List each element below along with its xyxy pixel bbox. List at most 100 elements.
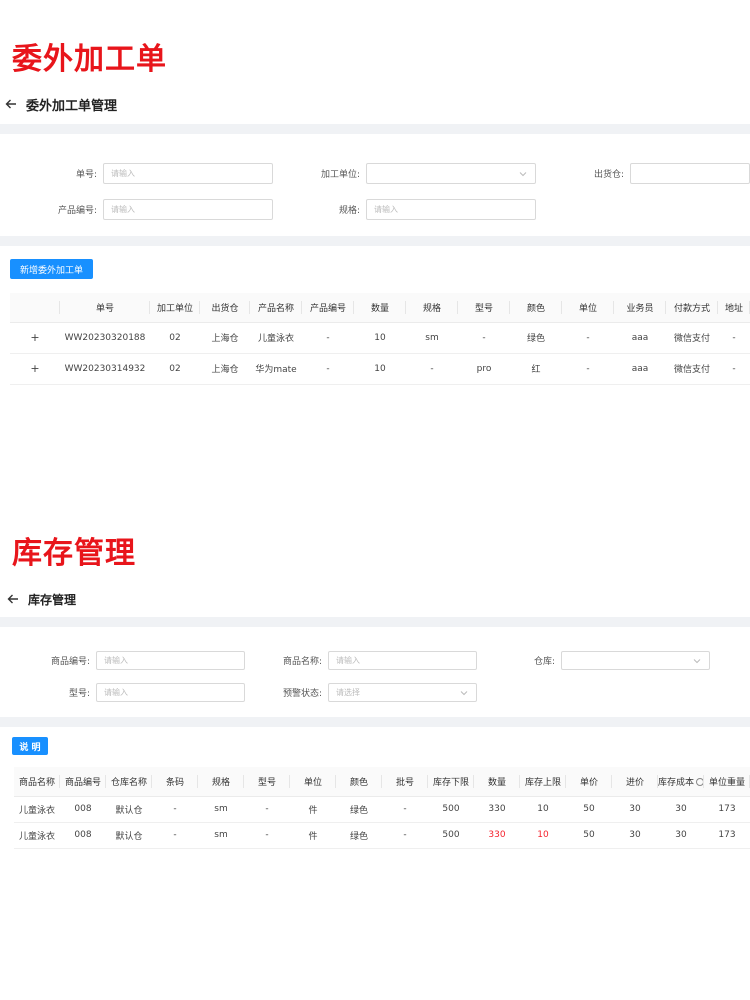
table-cell: - — [382, 822, 428, 849]
table-cell: 儿童泳衣 — [14, 822, 60, 849]
table-cell: 500 — [428, 822, 474, 849]
outsourcing-orders-table: 单号 加工单位 出货仓 产品名称 产品编号 数量 规格 型号 颜色 单位 业务员 付款方式 地址 + WW… — [10, 293, 750, 385]
table-cell: 件 — [290, 822, 336, 849]
table-cell: pro — [458, 353, 510, 385]
table-cell: 02 — [150, 353, 200, 385]
filter-goods-name: 商品名称: 请输入 — [240, 651, 477, 670]
page-header-inventory: 库存管理 — [0, 587, 750, 611]
table-cell: 微信支付 — [666, 322, 718, 354]
table-cell: 30 — [612, 822, 658, 849]
column-header: 型号 — [244, 767, 290, 797]
column-header: 单位 — [290, 767, 336, 797]
expand-row-icon[interactable]: + — [10, 322, 60, 354]
table-cell: 330 — [474, 822, 520, 849]
filter-order-no: 单号: 请输入 — [0, 163, 273, 184]
table-cell: 500 — [428, 796, 474, 823]
column-header: 单位 — [562, 293, 614, 323]
table-cell: 默认仓 — [106, 796, 152, 823]
column-header: 单位重量 — [704, 767, 750, 797]
chevron-down-icon — [519, 171, 527, 176]
table-cell: aaa — [614, 353, 666, 385]
table-cell: WW20230320188 — [60, 322, 150, 354]
column-header: 颜色 — [336, 767, 382, 797]
alert-status-select[interactable]: 请选择 — [328, 683, 477, 702]
model-input[interactable]: 请输入 — [96, 683, 245, 702]
filter-shipping-warehouse: 出货仓: — [560, 163, 750, 184]
column-header: 进价 — [612, 767, 658, 797]
spec-input[interactable]: 请输入 — [366, 199, 536, 220]
table-cell: 红 — [510, 353, 562, 385]
column-header: 颜色 — [510, 293, 562, 323]
column-header — [10, 293, 60, 323]
order-no-input[interactable]: 请输入 — [103, 163, 273, 184]
column-header: 加工单位 — [150, 293, 200, 323]
column-header: 商品编号 — [60, 767, 106, 797]
column-header: 条码 — [152, 767, 198, 797]
table-cell: aaa — [614, 322, 666, 354]
shipping-warehouse-select[interactable] — [630, 163, 750, 184]
column-header: 规格 — [198, 767, 244, 797]
column-header: 仓库名称 — [106, 767, 152, 797]
column-header: 库存上限 — [520, 767, 566, 797]
filter-goods-no: 商品编号: 请输入 — [0, 651, 245, 670]
table-cell: - — [302, 322, 354, 354]
explain-button[interactable]: 说 明 — [12, 737, 48, 755]
filter-warehouse: 仓库: — [470, 651, 710, 670]
table-cell: - — [406, 353, 458, 385]
processing-unit-select[interactable] — [366, 163, 536, 184]
table-cell: - — [152, 796, 198, 823]
back-arrow-icon[interactable] — [2, 95, 20, 113]
table-cell: 008 — [60, 796, 106, 823]
filter-form-inventory: 商品编号: 请输入 商品名称: 请输入 仓库: 型号: 请输入 预警状态: 请选… — [0, 627, 750, 717]
table-cell: - — [718, 353, 750, 385]
add-outsourcing-order-button[interactable]: 新增委外加工单 — [10, 259, 93, 279]
product-no-input[interactable]: 请输入 — [103, 199, 273, 220]
table-cell: 10 — [354, 322, 406, 354]
table-row[interactable]: 儿童泳衣 008 默认仓 - sm - 件绿色 -500 330 10 50 30 30 173 — [14, 796, 750, 823]
table-cell: 50 — [566, 796, 612, 823]
table-cell: 件 — [290, 796, 336, 823]
table-cell: 绿色 — [336, 796, 382, 823]
back-arrow-icon[interactable] — [4, 590, 22, 608]
table-cell: 华为mate — [250, 353, 302, 385]
table-header-row: 商品名称 商品编号 仓库名称 条码 规格 型号 单位 颜色 批号 库存下限 数量 库存上限 单价 进价 库存… — [14, 767, 750, 797]
column-header: 商品名称 — [14, 767, 60, 797]
table-row[interactable]: 儿童泳衣 008 默认仓 - sm - 件绿色 -500 330 10 50 30 30 173 — [14, 822, 750, 849]
column-header: 产品编号 — [302, 293, 354, 323]
table-cell: 02 — [150, 322, 200, 354]
page-header-outsourcing: 委外加工单管理 — [0, 92, 750, 116]
table-cell: 微信支付 — [666, 353, 718, 385]
table-cell: - — [718, 322, 750, 354]
warehouse-select[interactable] — [561, 651, 710, 670]
filter-product-no: 产品编号: 请输入 — [0, 199, 273, 220]
goods-name-input[interactable]: 请输入 — [328, 651, 477, 670]
table-cell: sm — [406, 322, 458, 354]
column-header: 出货仓 — [200, 293, 250, 323]
table-row[interactable]: + WW20230314932 02 上海仓 华为mate -10- pro 红 - aaa 微信支… — [10, 353, 750, 385]
section-heading-outsourcing: 委外加工单 — [12, 42, 167, 77]
table-cell: 儿童泳衣 — [250, 322, 302, 354]
column-header: 业务员 — [614, 293, 666, 323]
table-cell: 默认仓 — [106, 822, 152, 849]
table-cell: 上海仓 — [200, 353, 250, 385]
table-cell: 30 — [612, 796, 658, 823]
gap-bar — [0, 617, 750, 627]
table-cell: 30 — [658, 822, 704, 849]
table-cell: 绿色 — [510, 322, 562, 354]
column-header: 型号 — [458, 293, 510, 323]
table-cell: 50 — [566, 822, 612, 849]
expand-row-icon[interactable]: + — [10, 353, 60, 385]
goods-no-input[interactable]: 请输入 — [96, 651, 245, 670]
column-header: 规格 — [406, 293, 458, 323]
column-header: 产品名称 — [250, 293, 302, 323]
table-cell: WW20230314932 — [60, 353, 150, 385]
table-cell: 173 — [704, 796, 750, 823]
chevron-down-icon — [693, 658, 701, 663]
filter-spec: 规格: 请输入 — [280, 199, 536, 220]
column-header: 数量 — [474, 767, 520, 797]
table-row[interactable]: + WW20230320188 02 上海仓 儿童泳衣 -10 sm - 绿色 - aaa 微信支付 - — [10, 322, 750, 354]
table-cell: sm — [198, 796, 244, 823]
table-cell: - — [244, 822, 290, 849]
page-title: 委外加工单管理 — [26, 98, 118, 114]
table-cell: 绿色 — [336, 822, 382, 849]
